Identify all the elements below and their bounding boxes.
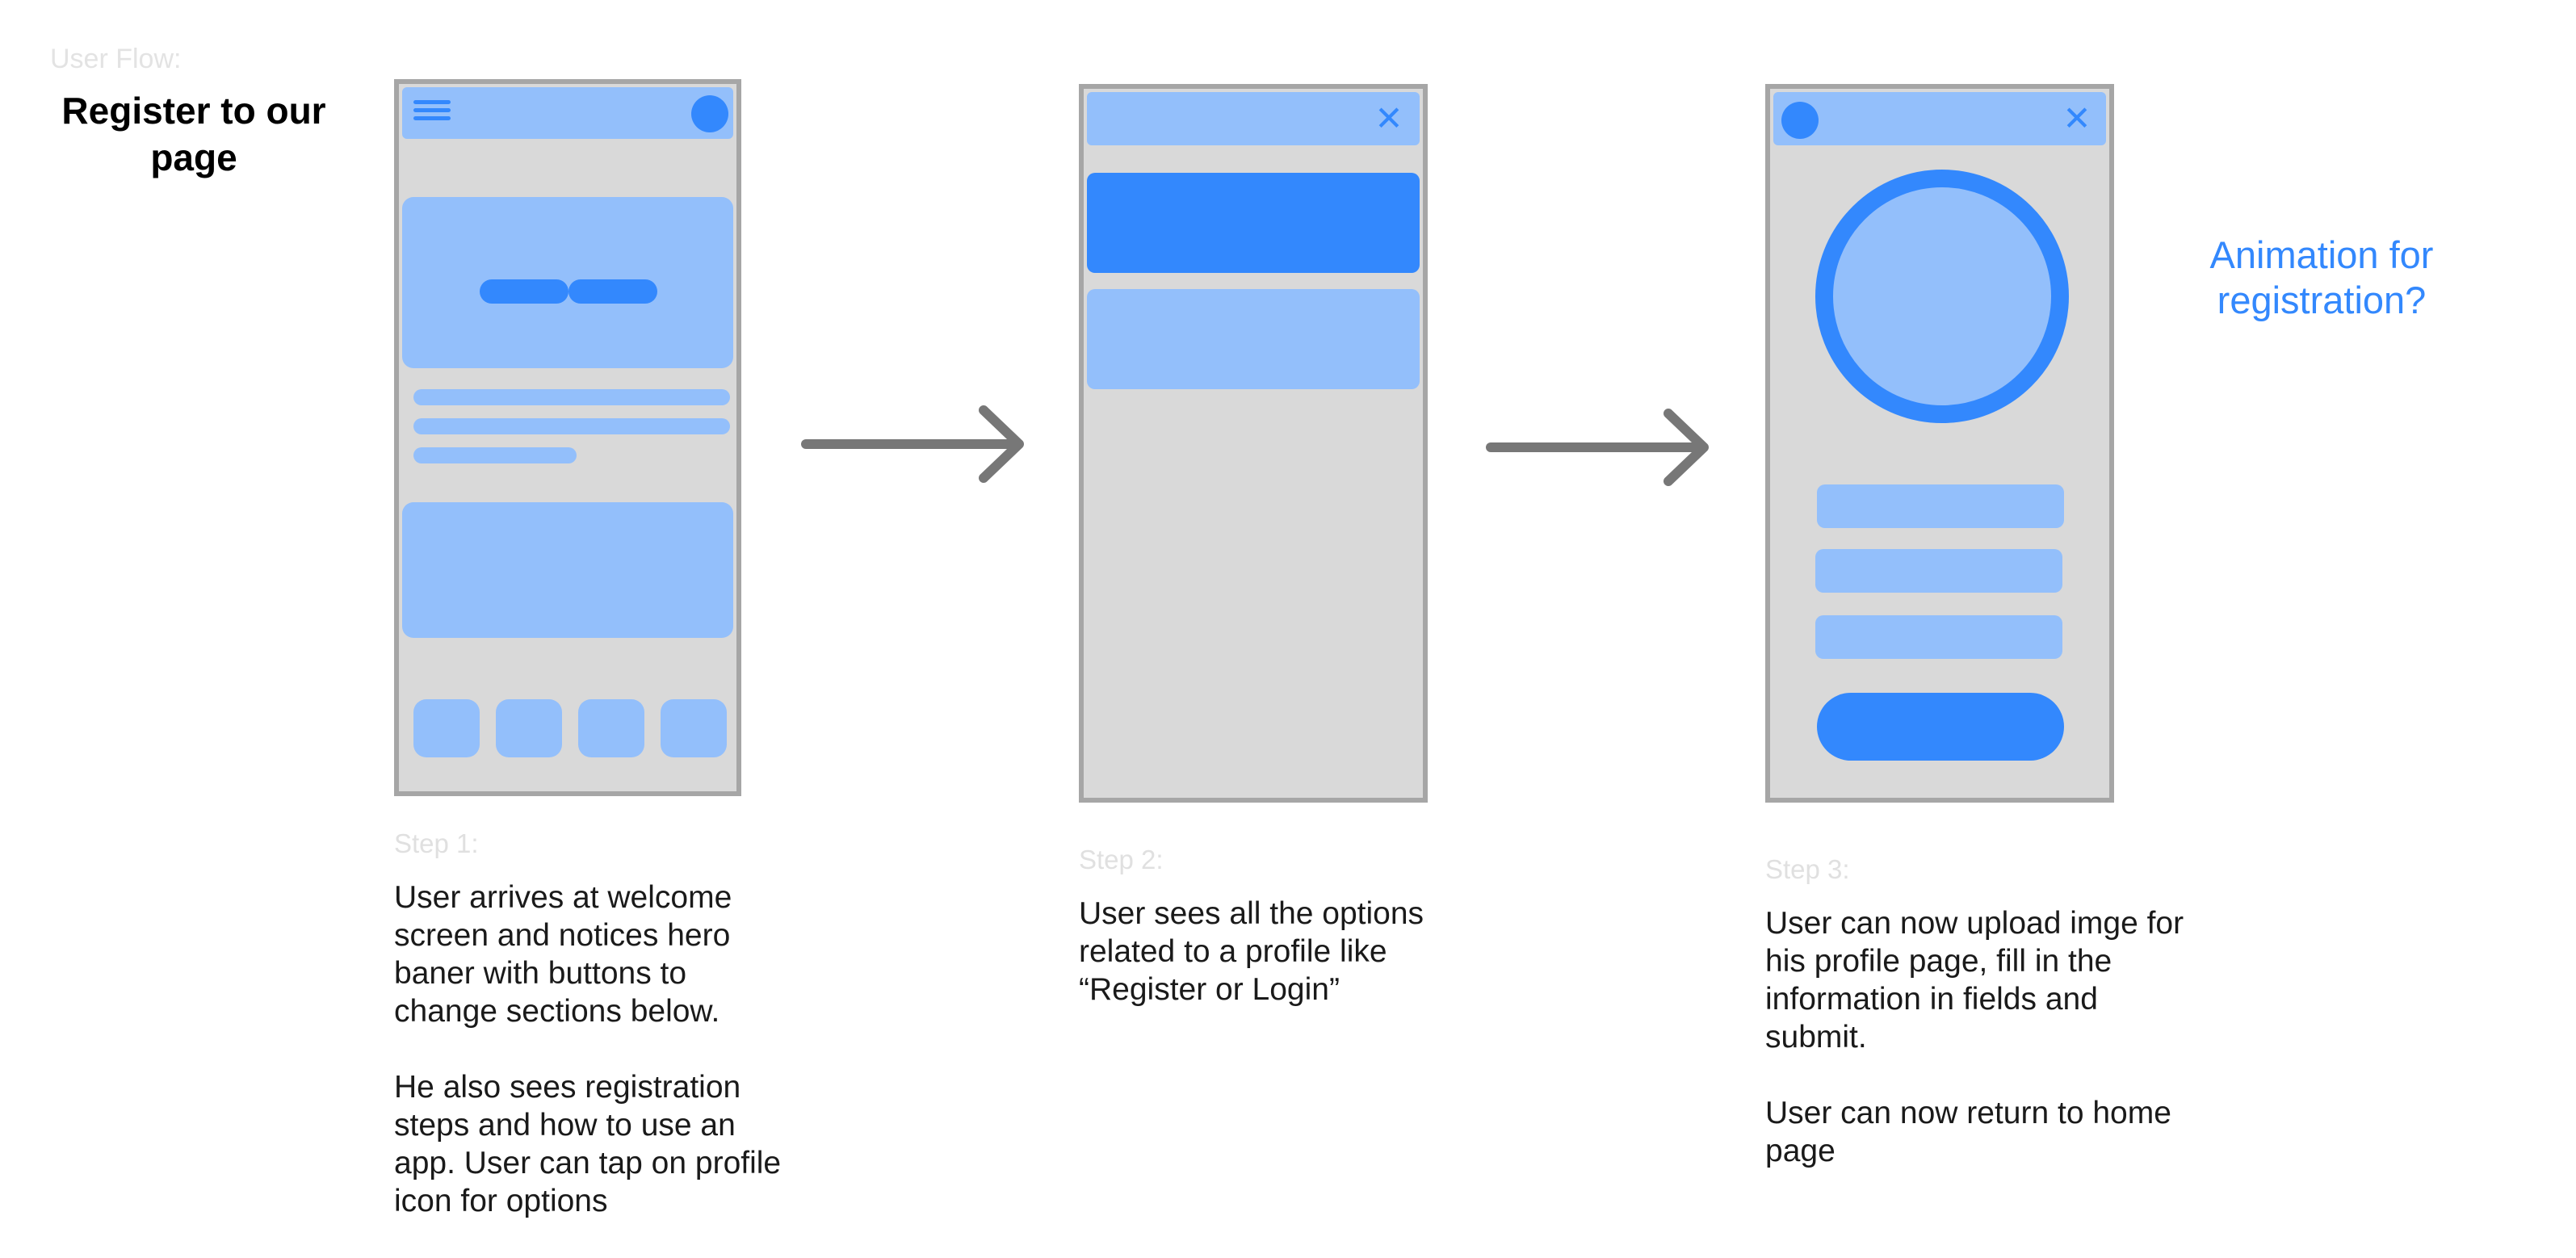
content-card [402,502,733,638]
animation-note: Animation for registration? [2209,233,2434,321]
top-bar [402,87,733,139]
right-arrow-icon [1486,409,1709,486]
step-label: Step 2: [1079,845,1164,874]
step-paragraph: User sees all the options related to a p… [1079,896,1424,1007]
step-paragraph: User can now upload imge for his profile… [1765,906,2184,1055]
nav-tile[interactable] [413,699,480,757]
step-description: User arrives at welcome screen and notic… [394,879,782,1258]
top-bar [1087,92,1420,145]
close-icon[interactable]: ✕ [1371,102,1407,137]
text-line [413,418,730,434]
close-icon[interactable]: ✕ [2059,102,2095,137]
hero-section-button[interactable] [568,279,657,304]
step-paragraph: User arrives at welcome screen and notic… [394,880,732,1029]
nav-tile[interactable] [661,699,727,757]
hamburger-icon[interactable] [413,99,451,124]
profile-image-upload[interactable] [1815,170,2069,423]
login-option[interactable] [1087,289,1420,389]
form-field[interactable] [1817,484,2064,528]
text-line [413,447,577,463]
step-description: User can now upload imge for his profile… [1765,904,2185,1208]
avatar-icon[interactable] [691,95,728,132]
top-bar [1773,92,2106,145]
form-field[interactable] [1815,615,2062,659]
step-paragraph: He also sees registration steps and how … [394,1070,782,1218]
phone-registration-screen: ✕ [1765,84,2114,803]
step-paragraph: User can now return to home page [1765,1096,2171,1168]
nav-tile[interactable] [578,699,644,757]
submit-button[interactable] [1817,693,2064,761]
register-option[interactable] [1087,173,1420,273]
step-label: Step 3: [1765,854,1850,884]
step-label: Step 1: [394,828,479,858]
step-description: User sees all the options related to a p… [1079,895,1466,1046]
hero-banner [402,197,733,368]
phone-welcome-screen [394,79,741,796]
avatar-icon[interactable] [1781,102,1819,139]
text-line [413,389,730,405]
right-arrow-icon [801,405,1024,483]
flow-title: Register to our page [61,90,326,178]
flow-label: User Flow: [50,44,182,74]
nav-tile[interactable] [496,699,562,757]
hero-section-button[interactable] [480,279,568,304]
phone-options-screen: ✕ [1079,84,1428,803]
form-field[interactable] [1815,549,2062,593]
